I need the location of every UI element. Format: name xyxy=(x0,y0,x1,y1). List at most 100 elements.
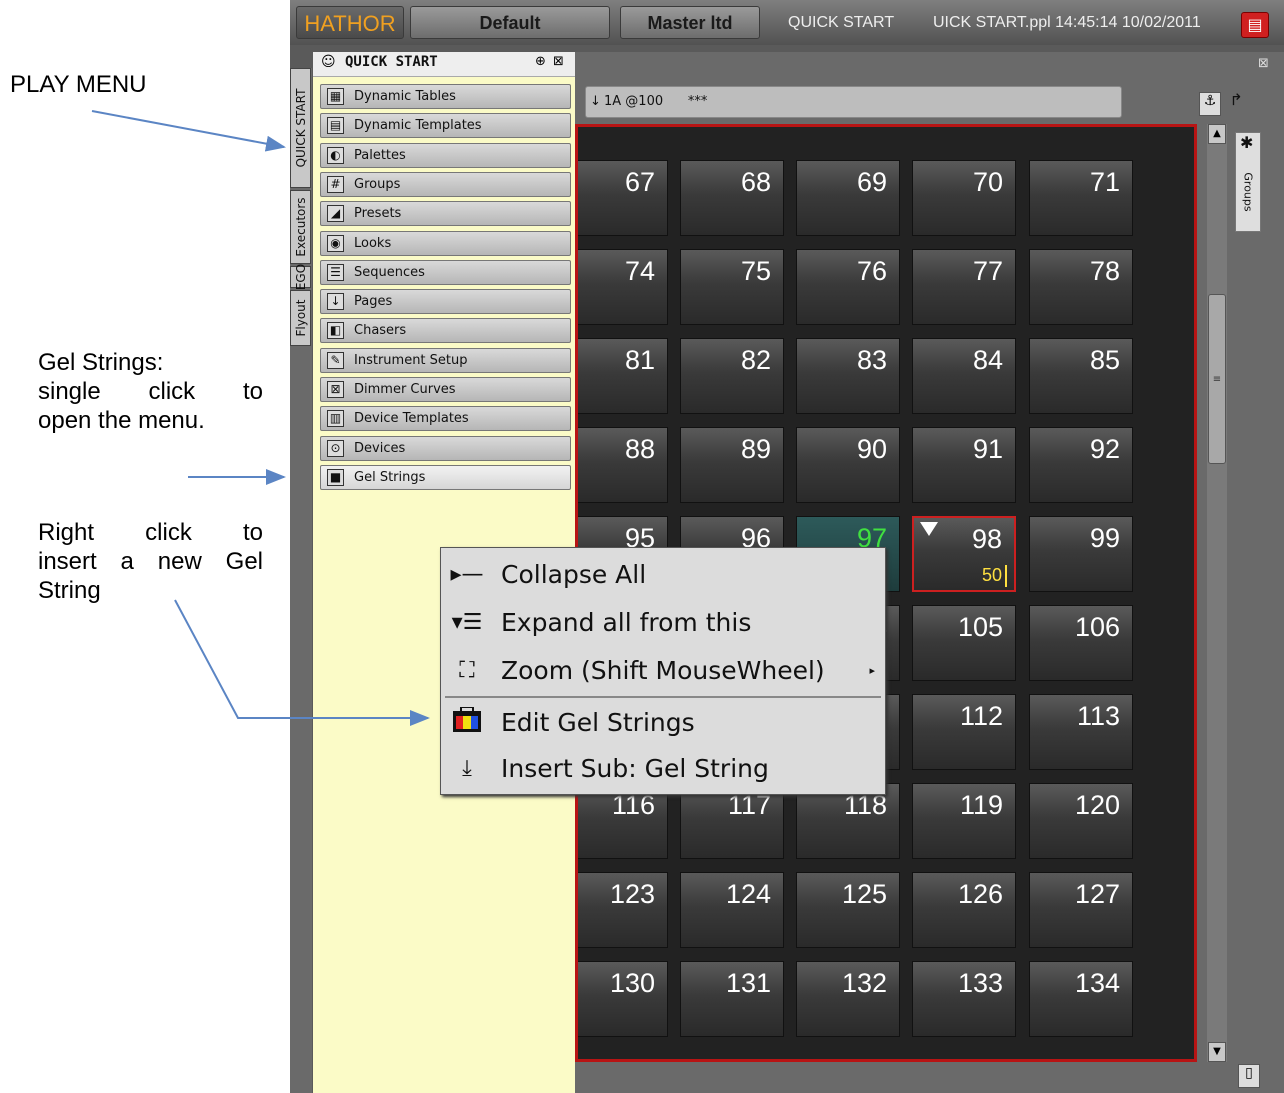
group-cell[interactable]: 92 xyxy=(1029,427,1133,503)
group-cell[interactable]: 127 xyxy=(1029,872,1133,948)
quick-start-item[interactable]: ▤ Dynamic Templates xyxy=(320,113,571,139)
group-number: 134 xyxy=(1074,968,1120,998)
group-cell[interactable]: 113 xyxy=(1029,694,1133,770)
group-cell[interactable]: 74 xyxy=(578,249,668,325)
brand-logo[interactable]: HATHOR xyxy=(296,6,404,39)
expand-icon: ▾☰ xyxy=(451,610,483,635)
annotation-gel-line1: Gel Strings: xyxy=(38,349,164,376)
scroll-thumb[interactable]: ≡ xyxy=(1208,294,1226,464)
menu-item-expand-all[interactable]: ▾☰ Expand all from this xyxy=(443,600,883,646)
group-number: 82 xyxy=(740,345,771,375)
tab-quick-start[interactable]: QUICK START xyxy=(290,68,311,188)
quick-start-item-label: Sequences xyxy=(354,264,425,280)
group-cell[interactable]: 123 xyxy=(578,872,668,948)
quick-start-item[interactable]: ■ Gel Strings xyxy=(320,464,571,490)
group-cell[interactable]: 99 xyxy=(1029,516,1133,592)
group-cell[interactable]: 68 xyxy=(680,160,784,236)
group-cell[interactable]: 70 xyxy=(912,160,1016,236)
quick-start-item[interactable]: ✎ Instrument Setup xyxy=(320,347,571,373)
menu-item-collapse-all[interactable]: ▸— Collapse All xyxy=(443,552,883,598)
vertical-scrollbar[interactable]: ▲ ≡ ▼ xyxy=(1207,124,1227,1062)
collapse-icon: ▸— xyxy=(450,562,484,587)
quick-start-item[interactable]: ⊠ Dimmer Curves xyxy=(320,377,571,402)
gel-strings-icon: ■ xyxy=(327,468,344,486)
quick-start-item[interactable]: ◐ Palettes xyxy=(320,142,571,168)
group-number: 120 xyxy=(1074,790,1120,820)
quick-start-item[interactable]: ▦ Dynamic Tables xyxy=(320,84,571,109)
group-cell[interactable]: 91 xyxy=(912,427,1016,503)
quick-start-item-label: Dimmer Curves xyxy=(354,382,456,397)
side-tabs: QUICK START Executors EGO Flyout xyxy=(290,68,312,1093)
selected-marker-icon xyxy=(920,522,938,536)
group-cell[interactable]: 131 xyxy=(680,961,784,1037)
group-number: 71 xyxy=(1089,167,1120,197)
group-cell[interactable]: 90 xyxy=(796,427,900,503)
menu-item-edit-gel-strings[interactable]: Edit Gel Strings xyxy=(443,700,883,746)
tab-executors[interactable]: Executors xyxy=(290,190,311,264)
quick-start-item-label: Palettes xyxy=(354,147,406,163)
menu-item-zoom[interactable]: ⛶ Zoom (Shift MouseWheel) ▸ xyxy=(443,648,883,694)
scroll-down-icon[interactable]: ▼ xyxy=(1208,1042,1226,1062)
quick-start-item[interactable]: ◢ Presets xyxy=(320,201,571,227)
group-cell[interactable]: 85 xyxy=(1029,338,1133,414)
group-cell[interactable]: 132 xyxy=(796,961,900,1037)
group-cell[interactable]: 83 xyxy=(796,338,900,414)
step-icon[interactable]: ↱ xyxy=(1226,90,1246,112)
tab-groups[interactable]: ✱ Groups xyxy=(1235,132,1261,232)
group-cell[interactable]: 112 xyxy=(912,694,1016,770)
group-cell[interactable]: 77 xyxy=(912,249,1016,325)
quick-start-item[interactable]: ◉ Looks xyxy=(320,230,571,256)
master-button[interactable]: Master ltd xyxy=(620,6,760,39)
group-cell[interactable]: 130 xyxy=(578,961,668,1037)
annotation-right-line2: insert a new Gel xyxy=(38,548,263,575)
group-cell[interactable]: 89 xyxy=(680,427,784,503)
quick-start-item[interactable]: ↓ Pages xyxy=(320,289,571,315)
group-cell[interactable]: 125 xyxy=(796,872,900,948)
group-cell[interactable]: 106 xyxy=(1029,605,1133,681)
pages-icon: ↓ xyxy=(327,293,344,311)
group-cell[interactable]: 84 xyxy=(912,338,1016,414)
tab-ego[interactable]: EGO xyxy=(290,264,311,290)
quick-start-item[interactable]: ☰ Sequences xyxy=(320,259,571,285)
annotation-gel-line3: open the menu. xyxy=(38,407,205,434)
group-cell[interactable]: 76 xyxy=(796,249,900,325)
group-number: 75 xyxy=(740,256,771,286)
film-icon[interactable]: ▯ xyxy=(1238,1064,1260,1088)
group-number: 69 xyxy=(856,167,887,197)
group-cell[interactable]: 120 xyxy=(1029,783,1133,859)
quick-start-item[interactable]: ⊙ Devices xyxy=(320,435,571,461)
quick-start-item[interactable]: ◧ Chasers xyxy=(320,318,571,344)
info-bar: ↓ 1A @100 *** xyxy=(585,86,1122,118)
group-cell[interactable]: 69 xyxy=(796,160,900,236)
anchor-icon[interactable]: ⚓ xyxy=(1199,92,1221,116)
close-window-icon[interactable]: ⊠ xyxy=(1258,56,1269,71)
scroll-up-icon[interactable]: ▲ xyxy=(1208,124,1226,144)
group-cell[interactable]: 67 xyxy=(578,160,668,236)
group-cell[interactable]: 75 xyxy=(680,249,784,325)
save-icon[interactable]: ▤ xyxy=(1241,12,1269,38)
group-cell[interactable]: 71 xyxy=(1029,160,1133,236)
tab-flyout[interactable]: Flyout xyxy=(290,290,311,346)
group-cell[interactable]: 105 xyxy=(912,605,1016,681)
pin-icon[interactable]: ⊕ xyxy=(535,54,546,69)
group-cell[interactable]: 126 xyxy=(912,872,1016,948)
chasers-icon: ◧ xyxy=(327,322,344,340)
group-cell[interactable]: 133 xyxy=(912,961,1016,1037)
group-cell[interactable]: 78 xyxy=(1029,249,1133,325)
group-number: 91 xyxy=(972,434,1003,464)
group-number: 125 xyxy=(841,879,887,909)
quick-start-item[interactable]: ▥ Device Templates xyxy=(320,406,571,432)
close-icon[interactable]: ⊠ xyxy=(553,54,564,69)
annotation-gel-line2: single click to xyxy=(38,378,263,405)
group-cell[interactable]: 134 xyxy=(1029,961,1133,1037)
group-cell[interactable]: 119 xyxy=(912,783,1016,859)
group-cell[interactable]: 81 xyxy=(578,338,668,414)
default-button[interactable]: Default xyxy=(410,6,610,39)
menu-item-insert-sub[interactable]: ⤓ Insert Sub: Gel String xyxy=(443,746,883,792)
submenu-arrow-icon: ▸ xyxy=(869,664,875,677)
quick-start-item[interactable]: # Groups xyxy=(320,171,571,197)
group-cell[interactable]: 82 xyxy=(680,338,784,414)
group-cell[interactable]: 88 xyxy=(578,427,668,503)
group-cell[interactable]: 124 xyxy=(680,872,784,948)
group-cell[interactable]: 50 98 xyxy=(912,516,1016,592)
